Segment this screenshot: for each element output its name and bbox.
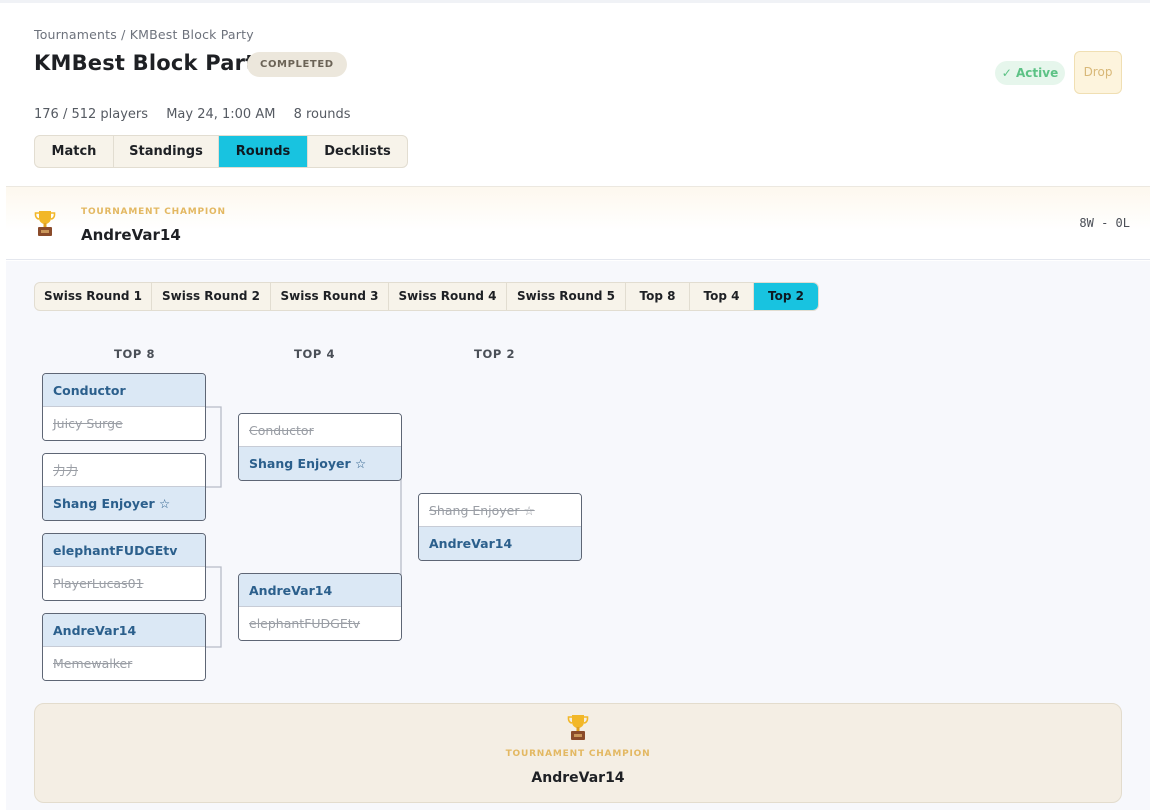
- tournament-meta: 176 / 512 players May 24, 1:00 AM 8 roun…: [34, 107, 365, 122]
- match-card-top8-4[interactable]: AndreVar14 Memewalker: [42, 613, 206, 681]
- champion-record: 8W - 0L: [1079, 216, 1130, 230]
- champion-label: TOURNAMENT CHAMPION: [81, 207, 226, 217]
- tab-top-2[interactable]: Top 2: [754, 283, 818, 310]
- match-card-top8-3[interactable]: elephantFUDGEtv PlayerLucas01: [42, 533, 206, 601]
- match-player-1: Conductor: [43, 374, 205, 407]
- match-player-2: PlayerLucas01: [43, 567, 205, 600]
- tab-swiss-round-3[interactable]: Swiss Round 3: [271, 283, 389, 310]
- start-date: May 24, 1:00 AM: [166, 107, 276, 122]
- tab-swiss-round-5[interactable]: Swiss Round 5: [507, 283, 626, 310]
- tab-top-8[interactable]: Top 8: [626, 283, 690, 310]
- match-player-2: AndreVar14: [419, 527, 581, 560]
- champion-card-name: AndreVar14: [531, 770, 625, 786]
- match-card-top2-1[interactable]: Shang Enjoyer ☆ AndreVar14: [418, 493, 582, 561]
- match-player-1: elephantFUDGEtv: [43, 534, 205, 567]
- champion-card: TOURNAMENT CHAMPION AndreVar14: [34, 703, 1122, 803]
- match-card-top4-2[interactable]: AndreVar14 elephantFUDGEtv: [238, 573, 402, 641]
- match-card-top8-2[interactable]: 力力 Shang Enjoyer ☆: [42, 453, 206, 521]
- active-status-pill: ✓ Active: [995, 61, 1065, 85]
- status-badge: COMPLETED: [247, 52, 347, 77]
- tab-standings[interactable]: Standings: [114, 136, 219, 167]
- column-header-top4: TOP 4: [294, 347, 336, 361]
- tab-match[interactable]: Match: [35, 136, 114, 167]
- tab-swiss-round-1[interactable]: Swiss Round 1: [35, 283, 152, 310]
- tab-swiss-round-4[interactable]: Swiss Round 4: [389, 283, 507, 310]
- champion-name: AndreVar14: [81, 226, 181, 244]
- column-header-top2: TOP 2: [474, 347, 516, 361]
- match-player-1: AndreVar14: [43, 614, 205, 647]
- trophy-icon: [34, 211, 56, 236]
- tab-top-4[interactable]: Top 4: [690, 283, 754, 310]
- match-player-2: Shang Enjoyer ☆: [239, 447, 401, 480]
- main-tabs: Match Standings Rounds Decklists: [34, 135, 408, 168]
- match-player-2: Memewalker: [43, 647, 205, 680]
- match-player-1: Conductor: [239, 414, 401, 447]
- match-player-2: Shang Enjoyer ☆: [43, 487, 205, 520]
- tab-decklists[interactable]: Decklists: [308, 136, 407, 167]
- tab-rounds[interactable]: Rounds: [219, 136, 308, 167]
- champion-banner: TOURNAMENT CHAMPION AndreVar14 8W - 0L: [6, 186, 1150, 260]
- match-card-top4-1[interactable]: Conductor Shang Enjoyer ☆: [238, 413, 402, 481]
- trophy-icon: [567, 715, 589, 740]
- match-player-1: 力力: [43, 454, 205, 487]
- page-title: KMBest Block Party: [34, 51, 270, 75]
- tab-swiss-round-2[interactable]: Swiss Round 2: [152, 283, 271, 310]
- match-player-1: AndreVar14: [239, 574, 401, 607]
- tournament-header: Tournaments / KMBest Block Party KMBest …: [0, 0, 1150, 186]
- match-player-2: Juicy Surge: [43, 407, 205, 440]
- column-header-top8: TOP 8: [114, 347, 156, 361]
- round-count: 8 rounds: [293, 107, 351, 122]
- breadcrumb[interactable]: Tournaments / KMBest Block Party: [34, 27, 254, 42]
- player-count: 176 / 512 players: [34, 107, 149, 122]
- round-tabs: Swiss Round 1 Swiss Round 2 Swiss Round …: [34, 282, 819, 311]
- champion-card-label: TOURNAMENT CHAMPION: [505, 749, 651, 759]
- drop-button[interactable]: Drop: [1074, 51, 1122, 94]
- match-player-1: Shang Enjoyer ☆: [419, 494, 581, 527]
- match-player-2: elephantFUDGEtv: [239, 607, 401, 640]
- match-card-top8-1[interactable]: Conductor Juicy Surge: [42, 373, 206, 441]
